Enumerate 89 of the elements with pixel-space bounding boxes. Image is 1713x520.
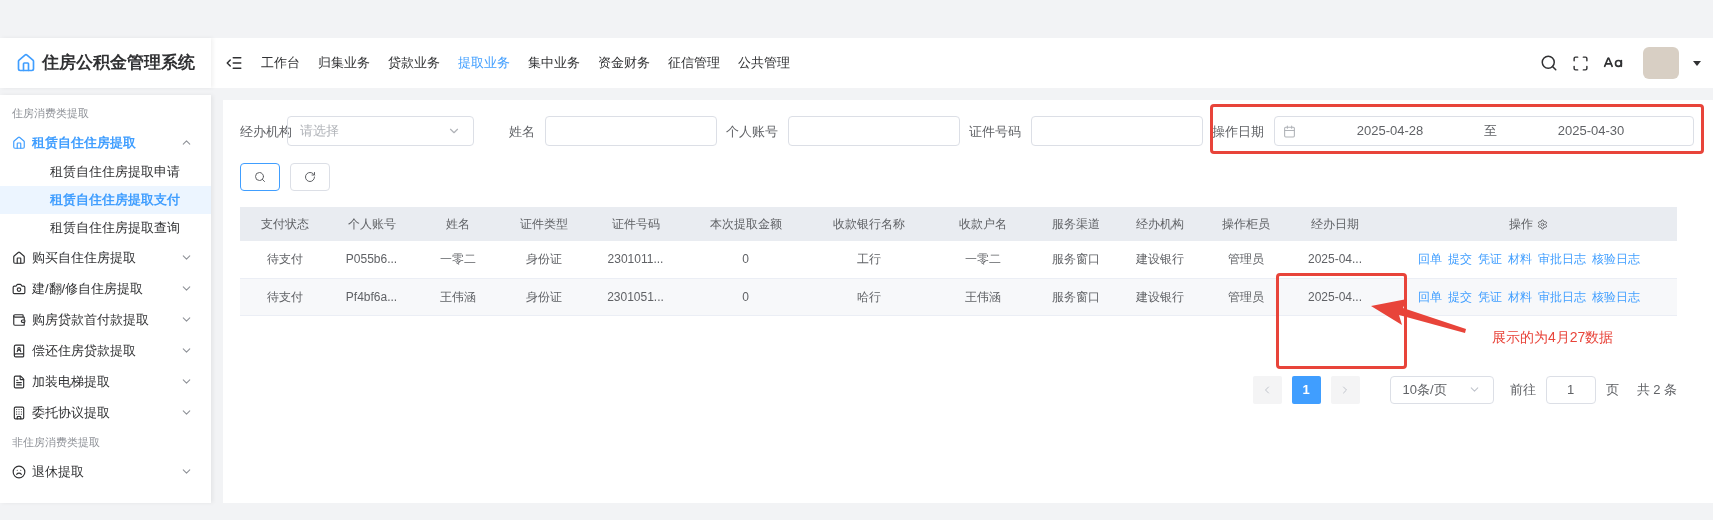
sidebar-item[interactable]: 购房贷款首付款提取 — [0, 304, 211, 335]
table-cell: 一零二 — [439, 252, 476, 267]
table-cell: 服务窗口 — [1052, 252, 1100, 267]
sidebar-item[interactable]: 退休提取 — [0, 456, 211, 487]
goto-page-field[interactable]: 1 — [1545, 375, 1596, 404]
column-header: 操作柜员 — [1222, 217, 1270, 231]
date-range-field[interactable]: 2025-04-28 至 2025-04-30 — [1274, 116, 1694, 146]
column-header: 收款户名 — [958, 217, 1007, 231]
nav-tab[interactable]: 征信管理 — [668, 53, 720, 73]
nav-tab[interactable]: 集中业务 — [528, 53, 580, 73]
input-field[interactable] — [545, 116, 717, 146]
column-header: 证件类型 — [519, 217, 568, 231]
nav-tab[interactable]: 工作台 — [261, 53, 300, 73]
logo-icon — [16, 53, 36, 73]
menu-item-icon — [12, 135, 26, 150]
menu-item-icon — [12, 343, 26, 358]
table-cell: 管理员 — [1228, 252, 1264, 267]
calendar-icon — [1283, 124, 1296, 138]
search-icon — [254, 171, 266, 183]
table-cell: 王伟涵 — [964, 289, 1001, 304]
table-cell: 工行 — [856, 252, 881, 267]
table-cell: 2301051... — [607, 289, 664, 304]
table-cell: 管理员 — [1228, 289, 1264, 304]
table-cell: 服务窗口 — [1052, 289, 1100, 304]
column-header: 收款银行名称 — [832, 217, 905, 231]
table-cell: 建设银行 — [1136, 252, 1184, 267]
column-header: 个人账号 — [347, 217, 396, 231]
app-title: 住房公积金管理系统 — [42, 52, 195, 75]
column-header: 支付状态 — [260, 217, 309, 231]
column-header: 姓名 — [445, 217, 470, 231]
nav-tab[interactable]: 贷款业务 — [388, 53, 440, 73]
column-header: 证件号码 — [611, 217, 660, 231]
table-cell: 哈行 — [856, 289, 881, 304]
table-cell: 0 — [742, 252, 749, 267]
menu-item-icon — [12, 312, 26, 327]
table-cell: 身份证 — [525, 289, 562, 304]
menu-item-icon — [12, 464, 26, 479]
sidebar-item[interactable]: 加装电梯提取 — [0, 366, 211, 397]
page-size-select[interactable]: 10条/页 — [1389, 375, 1494, 404]
menu-item-icon — [12, 250, 26, 265]
column-header: 经办机构 — [1136, 217, 1184, 231]
goto-label: 前往 — [1509, 380, 1536, 399]
sidebar-subitem[interactable]: 租赁自住住房提取申请 — [0, 158, 211, 186]
table-cell: Pf4bf6a... — [345, 289, 398, 304]
input-field[interactable] — [788, 116, 960, 146]
settings-icon[interactable] — [1537, 218, 1548, 230]
search-button[interactable] — [240, 163, 280, 191]
search-icon[interactable] — [1540, 54, 1558, 72]
total-count: 共 2 条 — [1636, 380, 1677, 399]
table-cell: 2025-04... — [1307, 289, 1362, 304]
menu-item-icon — [12, 281, 26, 296]
filter-label: 操作日期 — [1212, 124, 1264, 139]
table-cell: 王伟涵 — [439, 289, 476, 304]
table-cell: 0 — [742, 289, 749, 304]
filter-label: 姓名 — [509, 124, 535, 139]
menu-item-icon — [12, 374, 26, 389]
column-header: 服务渠道 — [1052, 217, 1100, 231]
table-cell: 建设银行 — [1136, 289, 1184, 304]
table-cell: 一零二 — [964, 252, 1001, 267]
table-cell: 2025-04... — [1307, 252, 1362, 267]
annotation-text: 展示的为4月27数据 — [1492, 328, 1614, 347]
fullscreen-icon[interactable] — [1572, 54, 1589, 72]
sidebar-item[interactable]: 偿还住房贷款提取 — [0, 335, 211, 366]
table-cell: 待支付 — [266, 252, 303, 267]
refresh-icon — [304, 171, 316, 183]
sidebar-section-title: 非住房消费类提取 — [11, 434, 101, 450]
sidebar-subitem[interactable]: 租赁自住住房提取查询 — [0, 214, 211, 242]
caret-icon[interactable] — [1693, 60, 1701, 66]
filter-label: 证件号码 — [969, 124, 1021, 139]
input-field[interactable] — [1031, 116, 1203, 146]
nav-tab[interactable]: 归集业务 — [318, 53, 370, 73]
page-unit-label: 页 — [1605, 380, 1619, 399]
filter-label: 个人账号 — [726, 124, 778, 139]
table-cell: 2301011... — [607, 252, 664, 267]
column-header: 经办日期 — [1311, 217, 1359, 231]
table-cell: 身份证 — [525, 252, 562, 267]
sidebar-item[interactable]: 建/翻/修自住房提取 — [0, 273, 211, 304]
column-header: 本次提取金额 — [709, 217, 782, 231]
sidebar-item[interactable]: 委托协议提取 — [0, 397, 211, 428]
table-cell: P055b6... — [345, 252, 398, 267]
column-header: 操作 — [1509, 216, 1533, 233]
sidebar-item[interactable]: 购买自住住房提取 — [0, 242, 211, 273]
nav-tab[interactable]: 资金财务 — [598, 53, 650, 73]
menu-item-icon — [12, 405, 26, 420]
reset-button[interactable] — [290, 163, 330, 191]
menu-icon[interactable] — [225, 54, 243, 72]
nav-tab[interactable]: 公共管理 — [738, 53, 790, 73]
sidebar-section-title: 住房消费类提取 — [11, 105, 90, 121]
table-cell: 待支付 — [266, 289, 303, 304]
